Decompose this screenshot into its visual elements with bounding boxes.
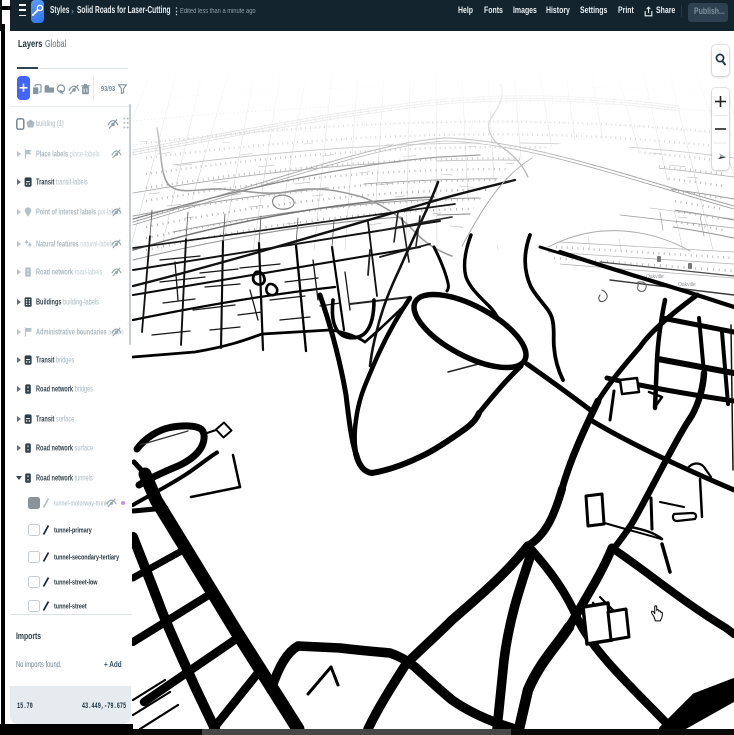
svg-text:Oakville: Oakville bbox=[678, 282, 696, 288]
svg-text:Oakville: Oakville bbox=[646, 274, 664, 280]
